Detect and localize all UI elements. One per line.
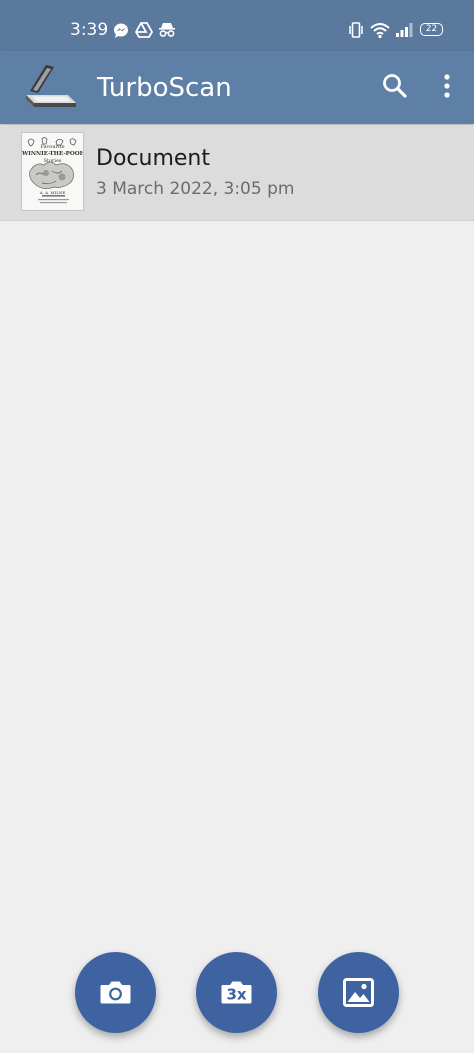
thumbnail-text-line3: Stories [43,158,62,164]
thumbnail-text-line1: Favourite [40,144,65,150]
drive-icon [135,22,153,38]
document-title: Document [96,146,210,171]
camera-3x-button[interactable]: 3x [196,952,277,1033]
document-list-item[interactable]: Favourite WINNIE-THE-POOH Stories A. A. … [0,125,474,221]
thumbnail-text-line2: WINNIE-THE-POOH [22,151,84,157]
wifi-icon [370,23,390,39]
status-bar: 3:39 22 [0,0,474,51]
thumbnail-text-line4: A. A. MILNE [39,190,66,195]
document-date: 3 March 2022, 3:05 pm [96,179,295,199]
scanner-logo-icon [26,65,76,107]
gallery-button[interactable] [318,952,399,1033]
app-bar: TurboScan [0,51,474,124]
vibrate-icon [349,22,363,38]
more-vert-icon [444,74,450,98]
more-options-button[interactable] [434,68,460,104]
signal-icon [396,23,413,37]
status-time: 3:39 [70,20,109,40]
app-title: TurboScan [97,73,232,103]
messenger-icon [114,23,128,38]
camera-button[interactable] [75,952,156,1033]
camera-3x-label: 3x [226,986,246,1004]
camera-icon [100,981,131,1004]
camera-3x-icon: 3x [221,981,252,1004]
image-icon [343,978,374,1007]
incognito-icon [159,23,175,37]
search-icon [383,74,407,98]
battery-level: 22 [425,24,438,34]
battery-indicator: 22 [420,23,443,36]
document-thumbnail: Favourite WINNIE-THE-POOH Stories A. A. … [21,132,84,211]
search-button[interactable] [377,68,413,104]
